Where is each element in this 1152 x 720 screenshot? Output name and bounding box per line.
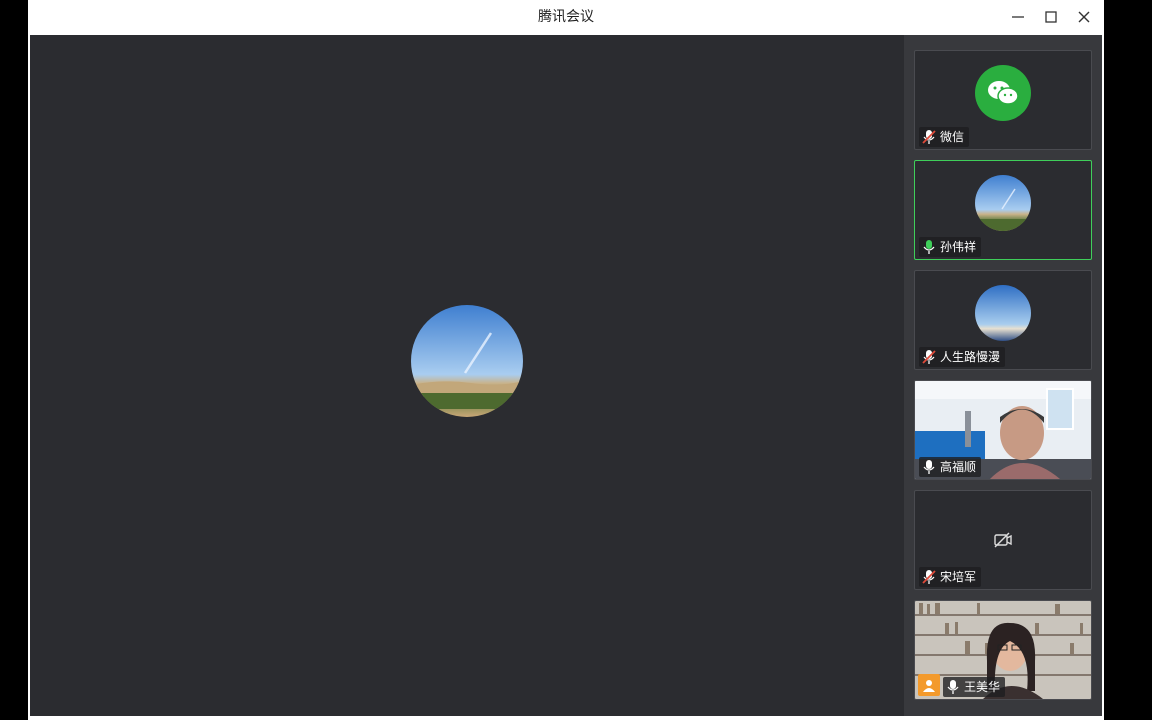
desert-sky-photo (411, 305, 523, 417)
participant-name: 孙伟祥 (940, 240, 977, 254)
mic-icon (947, 680, 959, 694)
close-button[interactable] (1069, 2, 1099, 32)
participant-name-tag: 宋培军 (919, 567, 982, 587)
main-stage[interactable] (30, 35, 904, 716)
participant-name-tag: 孙伟祥 (919, 237, 982, 257)
sky-horizon-photo (975, 285, 1031, 341)
participant-name-tag: 王美华 (943, 677, 1006, 697)
mic-muted-icon (922, 570, 936, 584)
minimize-icon (1012, 16, 1024, 18)
participant-tile[interactable]: 宋培军 (914, 490, 1092, 590)
window-title: 腾讯会议 (538, 9, 594, 25)
maximize-icon (1045, 11, 1057, 23)
mic-active-icon (923, 240, 935, 254)
mic-muted-icon (922, 350, 936, 364)
mic-icon (923, 460, 935, 474)
app-window: 腾讯会议 微信 孙伟祥 人生路慢漫 高福顺 宋培军 王美华 (28, 0, 1104, 720)
participant-name: 人生路慢漫 (940, 350, 1001, 364)
participant-name-tag: 高福顺 (919, 457, 982, 477)
participant-name: 宋培军 (940, 570, 977, 584)
close-icon (1078, 11, 1090, 23)
participant-name: 微信 (940, 130, 965, 144)
participant-avatar (975, 175, 1031, 231)
participant-tile-video[interactable]: 高福顺 (914, 380, 1092, 480)
participant-sidebar: 微信 孙伟祥 人生路慢漫 高福顺 宋培军 王美华 (904, 35, 1102, 716)
participant-tile-video[interactable]: 王美华 (914, 600, 1092, 700)
speaker-avatar (411, 305, 523, 417)
participant-tile-active-speaker[interactable]: 孙伟祥 (914, 160, 1092, 260)
participant-name: 王美华 (964, 680, 1001, 694)
title-bar: 腾讯会议 (28, 0, 1104, 34)
maximize-button[interactable] (1036, 2, 1066, 32)
mic-muted-icon (922, 130, 936, 144)
wechat-logo-icon (975, 65, 1031, 121)
participant-name-tag: 微信 (919, 127, 970, 147)
participant-name: 高福顺 (940, 460, 977, 474)
participant-avatar (975, 285, 1031, 341)
participant-name-tag: 人生路慢漫 (919, 347, 1006, 367)
host-badge-icon (918, 674, 940, 696)
minimize-button[interactable] (1003, 2, 1033, 32)
participant-tile[interactable]: 人生路慢漫 (914, 270, 1092, 370)
participant-tile[interactable]: 微信 (914, 50, 1092, 150)
desert-sky-photo (975, 175, 1031, 231)
camera-off-icon (994, 532, 1012, 548)
